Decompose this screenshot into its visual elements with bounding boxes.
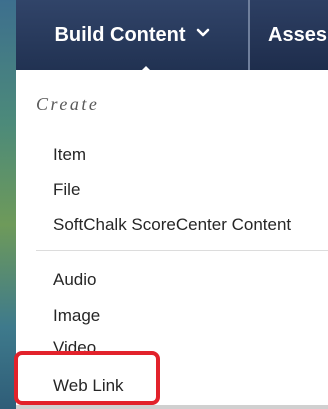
menu-item-file[interactable]: File	[53, 180, 80, 200]
top-tab-bar: Build Content Asses	[16, 0, 328, 70]
tab-assessments[interactable]: Asses	[268, 0, 327, 70]
menu-bottom-border	[16, 405, 328, 409]
web-link-highlight-box	[14, 351, 160, 405]
menu-separator	[36, 250, 328, 251]
menu-item-softchalk[interactable]: SoftChalk ScoreCenter Content	[53, 215, 291, 235]
menu-item-image[interactable]: Image	[53, 306, 100, 326]
chevron-down-icon	[196, 25, 210, 43]
menu-item-item[interactable]: Item	[53, 145, 86, 165]
background-left-strip	[0, 0, 16, 409]
tab-divider	[248, 0, 250, 70]
menu-item-audio[interactable]: Audio	[53, 270, 96, 290]
create-section-heading: Create	[36, 94, 100, 114]
tab-build-content-label: Build Content	[54, 23, 186, 46]
tab-build-content[interactable]: Build Content	[16, 0, 248, 70]
tab-assessments-label: Asses	[268, 23, 327, 46]
